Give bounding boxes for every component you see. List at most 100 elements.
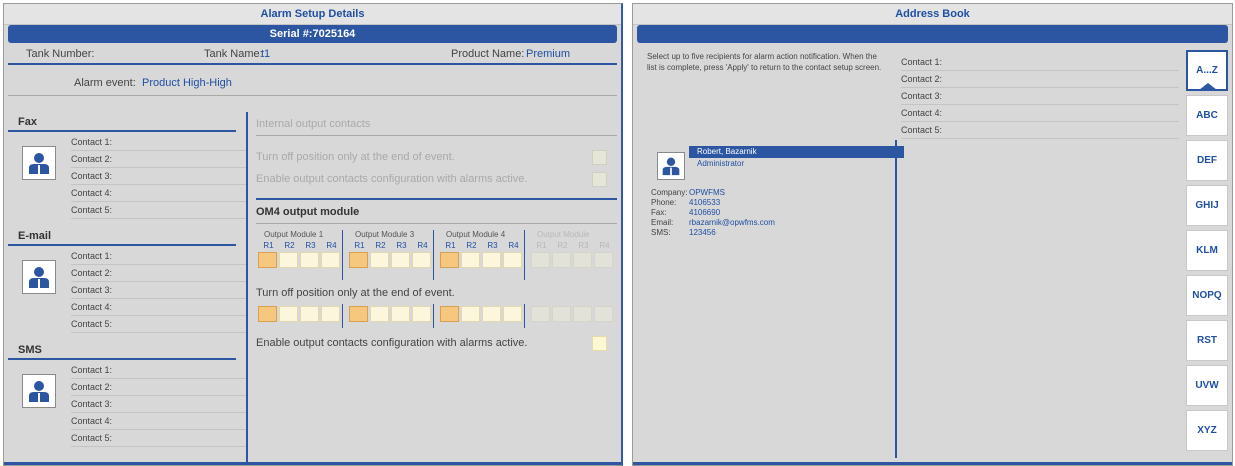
recipient-slot-2[interactable]: Contact 2:	[901, 71, 1179, 88]
internal-turn-off-row: Turn off position only at the end of eve…	[256, 146, 617, 168]
relay-box[interactable]	[349, 252, 368, 268]
relay-box	[552, 252, 571, 268]
turn-off-box[interactable]	[482, 306, 501, 322]
internal-enable-row: Enable output contacts configuration wit…	[256, 168, 617, 190]
output-module-1: Output Module 1 R1 R2 R3 R4	[256, 230, 343, 280]
relay-label: R4	[417, 241, 428, 250]
fax-contact-1[interactable]: Contact 1:	[71, 134, 246, 151]
sms-contact-2[interactable]: Contact 2:	[71, 379, 246, 396]
email-contact-1[interactable]: Contact 1:	[71, 248, 246, 265]
fax-contact-3[interactable]: Contact 3:	[71, 168, 246, 185]
om4-enable-checkbox[interactable]	[592, 336, 607, 351]
tab-klm[interactable]: KLM	[1186, 230, 1228, 271]
om4-title: OM4 output module	[256, 200, 617, 224]
relay-label: R2	[466, 241, 477, 250]
relay-box[interactable]	[279, 252, 298, 268]
output-module-disabled: Output Module R1 R2 R3 R4	[529, 230, 615, 280]
relay-label: R1	[536, 241, 547, 250]
relay-box	[573, 252, 592, 268]
recipient-slot-4[interactable]: Contact 4:	[901, 105, 1179, 122]
tab-def[interactable]: DEF	[1186, 140, 1228, 181]
tab-abc[interactable]: ABC	[1186, 95, 1228, 136]
sms-contact-5[interactable]: Contact 5:	[71, 430, 246, 447]
turn-off-box[interactable]	[349, 306, 368, 322]
fax-value: 4106690	[689, 208, 721, 217]
bottom-divider	[4, 462, 621, 465]
relay-box[interactable]	[370, 252, 389, 268]
tab-xyz[interactable]: XYZ	[1186, 410, 1228, 451]
fax-section-title: Fax	[8, 112, 236, 132]
turn-off-box[interactable]	[300, 306, 319, 322]
alarm-event-value[interactable]: Product High-High	[142, 77, 232, 89]
fax-contact-5[interactable]: Contact 5:	[71, 202, 246, 219]
phone-label: Phone:	[651, 198, 677, 207]
relay-box	[594, 252, 613, 268]
relay-box[interactable]	[503, 252, 522, 268]
sms-label: SMS:	[651, 228, 671, 237]
tab-nopq[interactable]: NOPQ	[1186, 275, 1228, 316]
relay-label: R4	[326, 241, 337, 250]
relay-box[interactable]	[482, 252, 501, 268]
output-module-4-title: Output Module 4	[446, 230, 506, 239]
tank-name-label: Tank Name:	[204, 48, 263, 60]
internal-enable-checkbox[interactable]	[592, 172, 607, 187]
email-person-icon[interactable]	[22, 260, 56, 294]
internal-turn-off-label: Turn off position only at the end of eve…	[256, 151, 455, 163]
relay-box[interactable]	[321, 252, 340, 268]
tab-uvw[interactable]: UVW	[1186, 365, 1228, 406]
email-contact-2[interactable]: Contact 2:	[71, 265, 246, 282]
relay-box[interactable]	[300, 252, 319, 268]
turn-off-box[interactable]	[258, 306, 277, 322]
email-contact-5[interactable]: Contact 5:	[71, 316, 246, 333]
relay-label: R2	[557, 241, 568, 250]
turn-off-box[interactable]	[321, 306, 340, 322]
turn-off-box[interactable]	[391, 306, 410, 322]
contact-person-icon[interactable]	[657, 152, 685, 180]
tab-ghij[interactable]: GHIJ	[1186, 185, 1228, 226]
sms-section-title: SMS	[8, 340, 236, 360]
turn-off-box[interactable]	[461, 306, 480, 322]
sms-contact-4[interactable]: Contact 4:	[71, 413, 246, 430]
tab-rst[interactable]: RST	[1186, 320, 1228, 361]
om4-turn-off-label: Turn off position only at the end of eve…	[256, 287, 455, 299]
relay-label: R1	[354, 241, 365, 250]
sms-contacts: Contact 1: Contact 2: Contact 3: Contact…	[8, 360, 246, 454]
fax-label: Fax:	[651, 208, 667, 217]
tab-a-z[interactable]: A...Z	[1186, 50, 1228, 91]
email-contact-4[interactable]: Contact 4:	[71, 299, 246, 316]
internal-enable-label: Enable output contacts configuration wit…	[256, 173, 528, 185]
turn-off-box[interactable]	[279, 306, 298, 322]
relay-label: R2	[375, 241, 386, 250]
internal-turn-off-checkbox[interactable]	[592, 150, 607, 165]
address-book-title: Address Book	[633, 4, 1232, 25]
sms-contact-1[interactable]: Contact 1:	[71, 362, 246, 379]
turn-off-box[interactable]	[440, 306, 459, 322]
om4-turn-off-boxes	[256, 304, 617, 328]
fax-contact-2[interactable]: Contact 2:	[71, 151, 246, 168]
alarm-event-label: Alarm event:	[74, 77, 136, 89]
recipient-slot-1[interactable]: Contact 1:	[901, 54, 1179, 71]
internal-output-title: Internal output contacts	[256, 112, 617, 136]
sms-person-icon[interactable]	[22, 374, 56, 408]
fax-contact-4[interactable]: Contact 4:	[71, 185, 246, 202]
output-module-4: Output Module 4 R1 R2 R3 R4	[438, 230, 525, 280]
relay-box[interactable]	[412, 252, 431, 268]
relay-box[interactable]	[258, 252, 277, 268]
relay-box[interactable]	[440, 252, 459, 268]
turn-off-box[interactable]	[412, 306, 431, 322]
recipient-slot-5[interactable]: Contact 5:	[901, 122, 1179, 139]
turn-off-box[interactable]	[370, 306, 389, 322]
fax-person-icon[interactable]	[22, 146, 56, 180]
relay-label: R3	[487, 241, 498, 250]
contact-name[interactable]: Robert, Bazarnik	[689, 146, 904, 158]
email-label: Email:	[651, 218, 674, 227]
om4-modules: Output Module 1 R1 R2 R3 R4 Output Module 3…	[256, 230, 617, 280]
email-contact-3[interactable]: Contact 3:	[71, 282, 246, 299]
relay-box[interactable]	[461, 252, 480, 268]
email-contacts: Contact 1: Contact 2: Contact 3: Contact…	[8, 246, 246, 340]
recipient-slot-3[interactable]: Contact 3:	[901, 88, 1179, 105]
sms-contact-3[interactable]: Contact 3:	[71, 396, 246, 413]
company-label: Company:	[651, 188, 688, 197]
turn-off-box[interactable]	[503, 306, 522, 322]
relay-box[interactable]	[391, 252, 410, 268]
